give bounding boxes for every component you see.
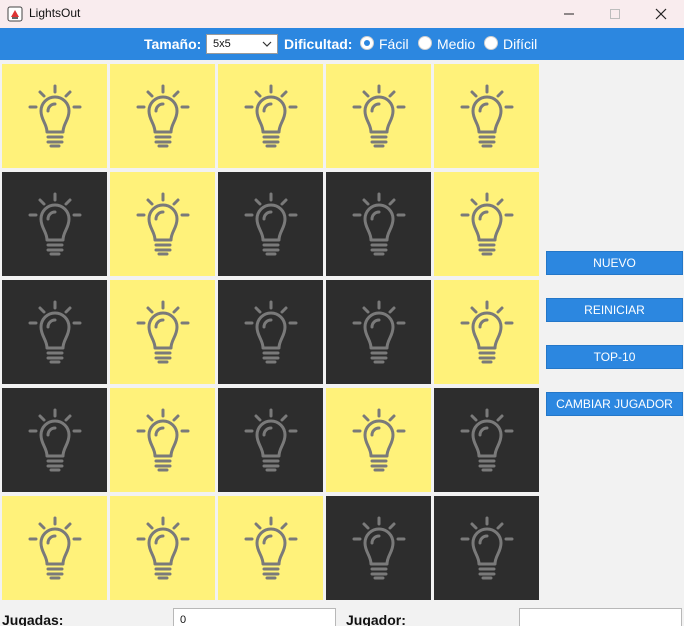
board-cell-3-1[interactable] bbox=[110, 388, 215, 492]
board-cell-2-0[interactable] bbox=[2, 280, 107, 384]
board-cell-2-1[interactable] bbox=[110, 280, 215, 384]
radio-circle bbox=[418, 36, 432, 50]
board-cell-4-0[interactable] bbox=[2, 496, 107, 600]
chevron-down-icon bbox=[262, 41, 272, 47]
board-cell-1-1[interactable] bbox=[110, 172, 215, 276]
board-cell-0-1[interactable] bbox=[110, 64, 215, 168]
lightbulb-icon bbox=[352, 84, 406, 148]
minimize-button[interactable] bbox=[546, 0, 592, 28]
board-cell-0-0[interactable] bbox=[2, 64, 107, 168]
board-cell-1-3[interactable] bbox=[326, 172, 431, 276]
board-cell-3-0[interactable] bbox=[2, 388, 107, 492]
lightbulb-icon bbox=[244, 300, 298, 364]
minimize-icon bbox=[564, 13, 574, 15]
radio-circle bbox=[360, 36, 374, 50]
restart-button[interactable]: REINICIAR bbox=[546, 298, 683, 322]
lightbulb-icon bbox=[352, 300, 406, 364]
lightbulb-icon bbox=[244, 408, 298, 472]
window-title: LightsOut bbox=[29, 6, 81, 20]
board-cell-1-4[interactable] bbox=[434, 172, 539, 276]
lightsout-window: LightsOut Tamaño: 5x5 Dificultad: Fácil … bbox=[0, 0, 684, 626]
lightbulb-icon bbox=[28, 300, 82, 364]
lightbulb-icon bbox=[352, 408, 406, 472]
lightbulb-icon bbox=[352, 192, 406, 256]
lightbulb-icon bbox=[136, 84, 190, 148]
lightbulb-icon bbox=[28, 84, 82, 148]
board-cell-4-3[interactable] bbox=[326, 496, 431, 600]
lightbulb-icon bbox=[460, 300, 514, 364]
close-button[interactable] bbox=[638, 0, 684, 28]
lightbulb-icon bbox=[28, 516, 82, 580]
board-cell-0-3[interactable] bbox=[326, 64, 431, 168]
lightbulb-icon bbox=[460, 516, 514, 580]
board-cell-4-2[interactable] bbox=[218, 496, 323, 600]
change-player-button[interactable]: CAMBIAR JUGADOR bbox=[546, 392, 683, 416]
java-app-icon bbox=[7, 6, 23, 22]
lightbulb-icon bbox=[136, 192, 190, 256]
lightbulb-icon bbox=[28, 408, 82, 472]
size-label: Tamaño: bbox=[144, 36, 202, 52]
size-select[interactable]: 5x5 bbox=[206, 34, 278, 54]
board-cell-1-0[interactable] bbox=[2, 172, 107, 276]
lightbulb-icon bbox=[136, 408, 190, 472]
board-cell-3-2[interactable] bbox=[218, 388, 323, 492]
lightbulb-icon bbox=[460, 408, 514, 472]
title-bar: LightsOut bbox=[0, 0, 684, 28]
difficulty-medium-label: Medio bbox=[437, 36, 476, 52]
lightbulb-icon bbox=[28, 192, 82, 256]
board-cell-2-4[interactable] bbox=[434, 280, 539, 384]
board-cell-2-3[interactable] bbox=[326, 280, 431, 384]
board-cell-3-3[interactable] bbox=[326, 388, 431, 492]
lightbulb-icon bbox=[244, 192, 298, 256]
player-label: Jugador: bbox=[346, 612, 406, 626]
moves-label: Jugadas: bbox=[2, 612, 64, 626]
difficulty-easy-label: Fácil bbox=[379, 36, 409, 52]
maximize-icon bbox=[610, 9, 620, 19]
moves-field[interactable]: 0 bbox=[173, 608, 336, 626]
board-cell-4-1[interactable] bbox=[110, 496, 215, 600]
game-board bbox=[2, 64, 543, 605]
lightbulb-icon bbox=[460, 192, 514, 256]
lightbulb-icon bbox=[244, 516, 298, 580]
close-icon bbox=[655, 8, 667, 20]
lightbulb-icon bbox=[136, 516, 190, 580]
board-cell-0-2[interactable] bbox=[218, 64, 323, 168]
maximize-button[interactable] bbox=[592, 0, 638, 28]
top10-button[interactable]: TOP-10 bbox=[546, 345, 683, 369]
size-select-value: 5x5 bbox=[213, 38, 231, 50]
board-cell-4-4[interactable] bbox=[434, 496, 539, 600]
difficulty-hard-label: Difícil bbox=[503, 36, 538, 52]
options-toolbar: Tamaño: 5x5 Dificultad: Fácil Medio Difí… bbox=[0, 28, 684, 60]
difficulty-label: Dificultad: bbox=[284, 36, 353, 52]
new-game-button[interactable]: NUEVO bbox=[546, 251, 683, 275]
radio-circle bbox=[484, 36, 498, 50]
lightbulb-icon bbox=[244, 84, 298, 148]
board-cell-3-4[interactable] bbox=[434, 388, 539, 492]
lightbulb-icon bbox=[460, 84, 514, 148]
board-cell-2-2[interactable] bbox=[218, 280, 323, 384]
player-field[interactable] bbox=[519, 608, 682, 626]
lightbulb-icon bbox=[352, 516, 406, 580]
board-cell-0-4[interactable] bbox=[434, 64, 539, 168]
board-cell-1-2[interactable] bbox=[218, 172, 323, 276]
lightbulb-icon bbox=[136, 300, 190, 364]
